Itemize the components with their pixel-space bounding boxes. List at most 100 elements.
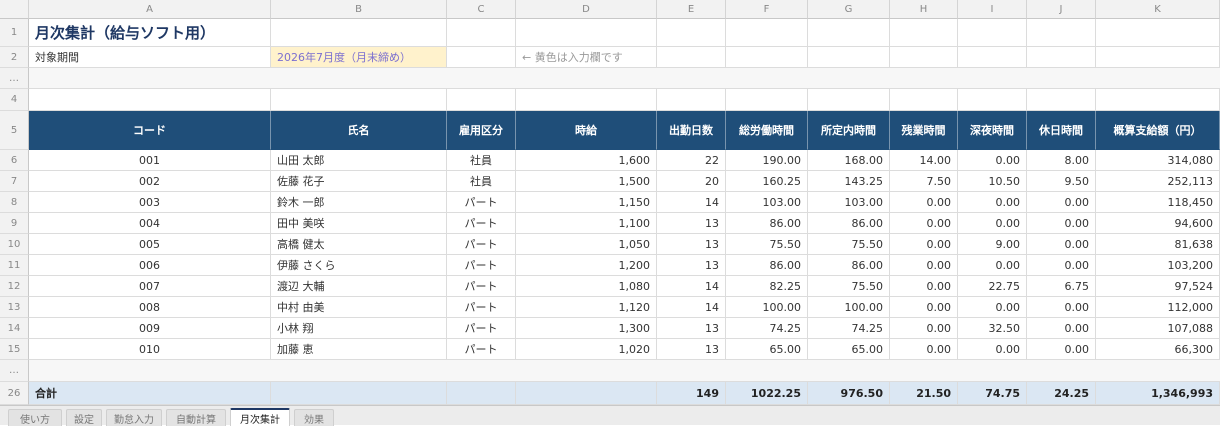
total-cell-d[interactable] [516, 382, 657, 405]
row-number-gap2[interactable]: … [0, 360, 29, 382]
table-cell[interactable]: 103.00 [726, 192, 808, 213]
table-cell[interactable]: 9.00 [958, 234, 1027, 255]
table-cell[interactable]: 65.00 [726, 339, 808, 360]
period-input[interactable]: 2026年7月度（月末締め） [271, 47, 447, 68]
cell-r2-h[interactable] [890, 47, 958, 68]
table-cell[interactable]: 0.00 [958, 150, 1027, 171]
table-cell[interactable]: 22.75 [958, 276, 1027, 297]
sheet-tab[interactable]: 月次集計 [230, 408, 290, 426]
table-header-a[interactable]: コード [29, 111, 271, 150]
table-cell[interactable]: 0.00 [958, 213, 1027, 234]
table-cell[interactable]: パート [447, 234, 516, 255]
table-cell[interactable]: 74.25 [726, 318, 808, 339]
table-cell[interactable]: 100.00 [726, 297, 808, 318]
table-header-i[interactable]: 深夜時間 [958, 111, 1027, 150]
table-cell[interactable]: 86.00 [808, 255, 890, 276]
table-cell[interactable]: 86.00 [726, 213, 808, 234]
table-cell[interactable]: 田中 美咲 [271, 213, 447, 234]
table-cell[interactable]: 107,088 [1096, 318, 1220, 339]
table-header-c[interactable]: 雇用区分 [447, 111, 516, 150]
cell-r2-i[interactable] [958, 47, 1027, 68]
cell-r1-g[interactable] [808, 19, 890, 47]
cell-r4-c[interactable] [447, 89, 516, 111]
table-cell[interactable]: 003 [29, 192, 271, 213]
table-cell[interactable]: 75.50 [808, 276, 890, 297]
table-cell[interactable]: 0.00 [958, 192, 1027, 213]
cell-r1-d[interactable] [516, 19, 657, 47]
table-cell[interactable]: 75.50 [808, 234, 890, 255]
table-cell[interactable]: 75.50 [726, 234, 808, 255]
row-number[interactable]: 8 [0, 192, 29, 213]
cell-r1-k[interactable] [1096, 19, 1220, 47]
sheet-tab[interactable]: 設定 [66, 409, 102, 426]
table-header-k[interactable]: 概算支給額（円） [1096, 111, 1220, 150]
table-cell[interactable]: パート [447, 192, 516, 213]
table-cell[interactable]: 22 [657, 150, 726, 171]
table-cell[interactable]: 14 [657, 297, 726, 318]
table-cell[interactable]: 65.00 [808, 339, 890, 360]
table-cell[interactable]: 1,080 [516, 276, 657, 297]
table-cell[interactable]: 112,000 [1096, 297, 1220, 318]
table-cell[interactable]: 0.00 [890, 276, 958, 297]
cell-r1-j[interactable] [1027, 19, 1096, 47]
table-cell[interactable]: パート [447, 318, 516, 339]
cell-r4-b[interactable] [271, 89, 447, 111]
table-cell[interactable]: 168.00 [808, 150, 890, 171]
table-cell[interactable]: 鈴木 一郎 [271, 192, 447, 213]
table-cell[interactable]: 高橋 健太 [271, 234, 447, 255]
table-cell[interactable]: 社員 [447, 150, 516, 171]
sheet-tab[interactable]: 自動計算 [166, 409, 226, 426]
table-cell[interactable]: 004 [29, 213, 271, 234]
cell-r1-h[interactable] [890, 19, 958, 47]
cell-r2-k[interactable] [1096, 47, 1220, 68]
cell-r4-g[interactable] [808, 89, 890, 111]
table-cell[interactable]: 118,450 [1096, 192, 1220, 213]
table-cell[interactable]: 佐藤 花子 [271, 171, 447, 192]
cell-r4-h[interactable] [890, 89, 958, 111]
cell-r1-i[interactable] [958, 19, 1027, 47]
table-cell[interactable]: 74.25 [808, 318, 890, 339]
row-number[interactable]: 6 [0, 150, 29, 171]
table-cell[interactable]: パート [447, 297, 516, 318]
column-header-e[interactable]: E [657, 0, 726, 19]
total-cell-f[interactable]: 1022.25 [726, 382, 808, 405]
cell-r1-b[interactable] [271, 19, 447, 47]
table-cell[interactable]: 0.00 [890, 234, 958, 255]
column-header-g[interactable]: G [808, 0, 890, 19]
table-cell[interactable]: 0.00 [890, 255, 958, 276]
table-cell[interactable]: 0.00 [890, 213, 958, 234]
row-number[interactable]: 9 [0, 213, 29, 234]
table-cell[interactable]: 0.00 [890, 297, 958, 318]
table-header-d[interactable]: 時給 [516, 111, 657, 150]
total-cell-i[interactable]: 74.75 [958, 382, 1027, 405]
table-cell[interactable]: パート [447, 213, 516, 234]
table-cell[interactable]: 314,080 [1096, 150, 1220, 171]
row-number-r4[interactable]: 4 [0, 89, 29, 111]
table-cell[interactable]: 143.25 [808, 171, 890, 192]
table-cell[interactable]: 10.50 [958, 171, 1027, 192]
table-cell[interactable]: 1,020 [516, 339, 657, 360]
table-cell[interactable]: 14 [657, 192, 726, 213]
table-cell[interactable]: 32.50 [958, 318, 1027, 339]
row-number[interactable]: 11 [0, 255, 29, 276]
sheet-tab[interactable]: 勤怠入力 [106, 409, 162, 426]
table-cell[interactable]: 97,524 [1096, 276, 1220, 297]
row-number[interactable]: 7 [0, 171, 29, 192]
table-header-g[interactable]: 所定内時間 [808, 111, 890, 150]
total-cell-g[interactable]: 976.50 [808, 382, 890, 405]
cell-r4-k[interactable] [1096, 89, 1220, 111]
table-cell[interactable]: パート [447, 255, 516, 276]
table-cell[interactable]: 山田 太郎 [271, 150, 447, 171]
column-header-f[interactable]: F [726, 0, 808, 19]
table-cell[interactable]: 1,600 [516, 150, 657, 171]
table-cell[interactable]: 7.50 [890, 171, 958, 192]
table-cell[interactable]: 001 [29, 150, 271, 171]
table-cell[interactable]: 8.00 [1027, 150, 1096, 171]
table-header-j[interactable]: 休日時間 [1027, 111, 1096, 150]
table-cell[interactable]: 0.00 [958, 339, 1027, 360]
cell-r4-j[interactable] [1027, 89, 1096, 111]
table-cell[interactable]: 14.00 [890, 150, 958, 171]
table-cell[interactable]: パート [447, 339, 516, 360]
table-cell[interactable]: 002 [29, 171, 271, 192]
row-number-gap1[interactable]: … [0, 68, 29, 89]
